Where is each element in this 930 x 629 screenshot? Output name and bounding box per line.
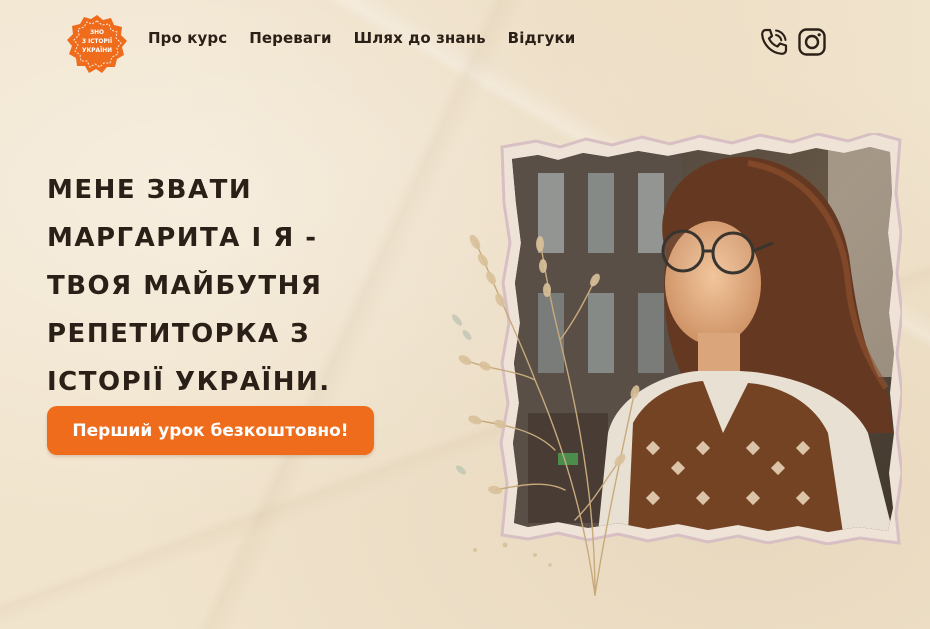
nav-item-reviews[interactable]: Відгуки <box>508 29 576 47</box>
dried-flowers-decoration <box>445 220 655 600</box>
nav-item-advantages[interactable]: Переваги <box>249 29 331 47</box>
free-first-lesson-button[interactable]: Перший урок безкоштовно! <box>47 406 374 455</box>
logo-badge[interactable]: ЗНО З ІСТОРІЇ УКРАЇНИ <box>66 14 128 74</box>
logo-line: З ІСТОРІЇ <box>81 37 113 45</box>
site-header: ЗНО З ІСТОРІЇ УКРАЇНИ Про курс Переваги … <box>0 0 930 86</box>
nav-item-path-to-knowledge[interactable]: Шлях до знань <box>354 29 486 47</box>
instagram-icon[interactable] <box>796 26 828 58</box>
logo-line: ЗНО <box>89 28 105 36</box>
hero-title: Мене звати Маргарита і я - твоя майбутня… <box>47 175 331 397</box>
contact-links <box>758 26 828 58</box>
nav-item-about-course[interactable]: Про курс <box>148 29 227 47</box>
main-nav: Про курс Переваги Шлях до знань Відгуки <box>148 29 575 47</box>
logo-line: УКРАЇНИ <box>81 46 113 54</box>
logo-text: ЗНО З ІСТОРІЇ УКРАЇНИ <box>66 28 128 55</box>
phone-icon[interactable] <box>758 26 790 58</box>
